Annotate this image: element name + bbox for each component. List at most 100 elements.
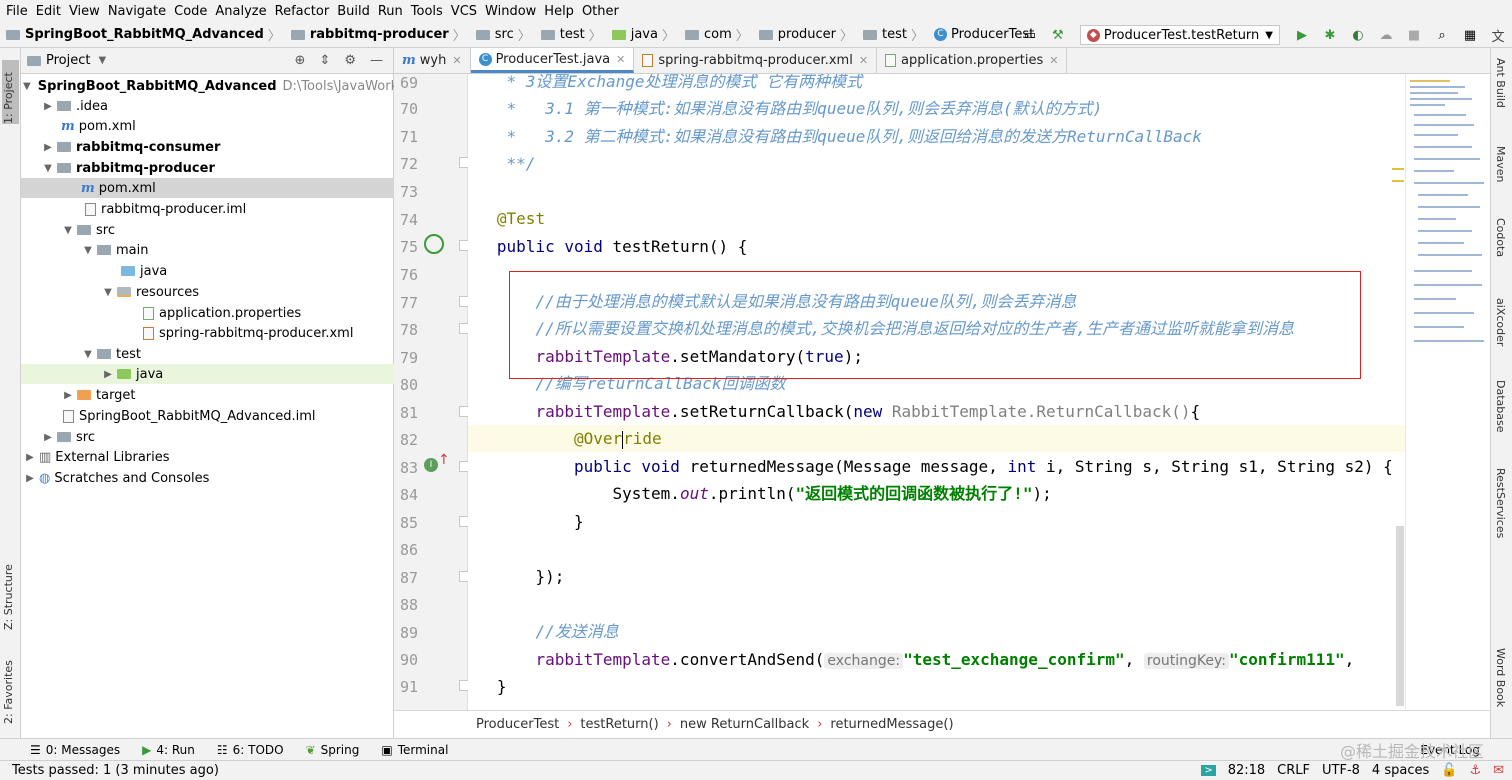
tree-item[interactable]: ▶ src xyxy=(21,427,394,447)
indent-setting[interactable]: 4 spaces xyxy=(1372,763,1429,778)
menu-file[interactable]: File xyxy=(4,4,34,19)
lock-icon[interactable]: 🔓 xyxy=(1441,763,1457,778)
tab-wyh[interactable]: m wyh ✕ xyxy=(394,48,471,73)
tree-item[interactable]: ▶ ◍ Scratches and Consoles xyxy=(21,468,394,488)
tab-maven[interactable]: Maven xyxy=(1494,146,1507,182)
tree-item[interactable]: ▼ test xyxy=(21,344,394,364)
tree-item[interactable]: rabbitmq-producer.iml xyxy=(21,199,394,219)
tool-todo[interactable]: ☷ 6: TODO xyxy=(217,743,284,757)
menu-navigate[interactable]: Navigate xyxy=(106,4,172,19)
tree-item[interactable]: ▼ SpringBoot_RabbitMQ_Advanced D:\Tools\Ja… xyxy=(21,76,423,96)
close-icon[interactable]: ✕ xyxy=(1049,54,1058,67)
tab-aixcoder[interactable]: aiXcoder xyxy=(1494,298,1507,346)
notifications-icon[interactable]: ✉ xyxy=(1493,763,1504,778)
tree-item[interactable]: spring-rabbitmq-producer.xml xyxy=(21,323,394,343)
crumb-com[interactable]: com 〉 xyxy=(684,25,759,44)
tree-item[interactable]: ▶ rabbitmq-consumer xyxy=(21,137,394,157)
tree-item[interactable]: ▶ target xyxy=(21,385,394,405)
tab-database[interactable]: Database xyxy=(1494,380,1507,433)
tree-item[interactable]: java xyxy=(21,261,394,281)
tool-messages[interactable]: ☰ 0: Messages xyxy=(30,743,120,757)
code-minimap[interactable] xyxy=(1392,74,1490,710)
minimize-icon[interactable]: — xyxy=(370,53,383,68)
menu-other[interactable]: Other xyxy=(580,4,625,19)
implements-icon[interactable]: I xyxy=(424,458,438,472)
tree-item[interactable]: ▼ resources xyxy=(21,282,394,302)
locate-icon[interactable]: ⊕ xyxy=(295,53,306,68)
code-line: System.out.println("返回模式的回调函数被执行了!"); xyxy=(612,484,1052,503)
tree-item[interactable]: ▶ ▥ External Libraries xyxy=(21,447,394,467)
crumb-java[interactable]: java 〉 xyxy=(611,25,685,44)
menu-help[interactable]: Help xyxy=(542,4,580,19)
crumb-method[interactable]: testReturn() xyxy=(580,717,658,732)
terminal-status-icon[interactable]: > xyxy=(1201,765,1216,776)
crumb-inner-method[interactable]: returnedMessage() xyxy=(830,717,953,732)
translate-icon[interactable]: 文 xyxy=(1490,27,1506,45)
line-separator[interactable]: CRLF xyxy=(1277,763,1310,778)
tool-spring[interactable]: ❦ Spring xyxy=(306,743,360,757)
tree-item[interactable]: ▼ rabbitmq-producer xyxy=(21,158,394,178)
project-structure-icon[interactable]: ▦ xyxy=(1462,27,1478,43)
crumb-class[interactable]: ProducerTest xyxy=(476,717,559,732)
tree-item[interactable]: ▶ .idea xyxy=(21,96,394,116)
coverage-icon[interactable]: ◐ xyxy=(1350,27,1366,43)
crumb-test-pkg[interactable]: test 〉 xyxy=(863,25,934,44)
menu-edit[interactable]: Edit xyxy=(34,4,67,19)
crumb-anon-class[interactable]: new ReturnCallback xyxy=(680,717,809,732)
tree-item-selected[interactable]: m pom.xml xyxy=(21,178,394,198)
crumb-producer[interactable]: producer 〉 xyxy=(758,25,863,44)
tab-spring-xml[interactable]: spring-rabbitmq-producer.xml ✕ xyxy=(634,48,878,73)
tab-structure[interactable]: Z: Structure xyxy=(2,556,15,630)
tab-producer-test[interactable]: C ProducerTest.java ✕ xyxy=(470,48,635,73)
tree-item[interactable]: application.properties xyxy=(21,303,394,323)
close-icon[interactable]: ✕ xyxy=(616,53,625,66)
search-icon[interactable]: ⌕ xyxy=(1434,27,1450,43)
file-encoding[interactable]: UTF-8 xyxy=(1322,763,1360,778)
menu-code[interactable]: Code xyxy=(172,4,213,19)
tree-item[interactable]: ▶ java xyxy=(21,364,394,384)
tab-rest-services[interactable]: RestServices xyxy=(1494,468,1507,538)
profile-icon[interactable]: ☁ xyxy=(1378,27,1394,43)
crumb-project[interactable]: SpringBoot_RabbitMQ_Advanced 〉 xyxy=(6,25,291,44)
crumb-module[interactable]: rabbitmq-producer 〉 xyxy=(290,25,476,44)
tab-favorites[interactable]: 2: Favorites xyxy=(2,654,15,724)
crumb-src[interactable]: src 〉 xyxy=(475,25,541,44)
run-icon[interactable]: ▶ xyxy=(1294,27,1310,43)
tab-word-book[interactable]: Word Book xyxy=(1494,648,1507,707)
tab-ant-build[interactable]: Ant Build xyxy=(1494,58,1507,108)
tab-project[interactable]: 1: Project xyxy=(2,60,19,124)
hammer-icon[interactable]: ⚒ xyxy=(1050,27,1066,43)
caret-position[interactable]: 82:18 xyxy=(1228,763,1265,778)
crumb-test[interactable]: test 〉 xyxy=(540,25,612,44)
menu-build[interactable]: Build xyxy=(335,4,376,19)
tree-item[interactable]: ▼ src xyxy=(21,220,394,240)
window-icon[interactable]: ▭ xyxy=(1022,27,1038,43)
status-message[interactable]: Tests passed: 1 (3 minutes ago) xyxy=(12,763,219,778)
run-test-icon[interactable] xyxy=(424,234,444,254)
menu-analyze[interactable]: Analyze xyxy=(213,4,272,19)
menu-tools[interactable]: Tools xyxy=(409,4,449,19)
tool-terminal[interactable]: ▣ Terminal xyxy=(381,743,448,757)
close-icon[interactable]: ✕ xyxy=(859,54,868,67)
git-icon[interactable]: ⚓ xyxy=(1469,763,1481,778)
scroll-thumb[interactable] xyxy=(1396,526,1404,706)
tree-item[interactable]: m pom.xml xyxy=(21,116,394,136)
run-config-select[interactable]: ◆ ProducerTest.testReturn ▼ xyxy=(1079,25,1280,45)
menu-run[interactable]: Run xyxy=(376,4,409,19)
menu-view[interactable]: View xyxy=(67,4,106,19)
tree-item[interactable]: SpringBoot_RabbitMQ_Advanced.iml xyxy=(21,406,394,426)
collapse-icon[interactable]: ⇕ xyxy=(319,53,330,68)
stop-icon[interactable]: ■ xyxy=(1406,27,1422,43)
tool-run[interactable]: ▶ 4: Run xyxy=(142,743,195,757)
gear-icon[interactable]: ⚙ xyxy=(344,53,356,68)
menu-window[interactable]: Window xyxy=(483,4,542,19)
menu-vcs[interactable]: VCS xyxy=(449,4,483,19)
close-icon[interactable]: ✕ xyxy=(452,54,461,67)
tab-codota[interactable]: Codota xyxy=(1494,218,1507,257)
debug-icon[interactable]: ✱ xyxy=(1322,27,1338,43)
menu-refactor[interactable]: Refactor xyxy=(273,4,336,19)
chevron-down-icon[interactable]: ▼ xyxy=(98,55,106,66)
tree-item[interactable]: ▼ main xyxy=(21,240,394,260)
code-editor[interactable]: * 3设置Exchange处理消息的模式 它有两种模式 * 3.1 第一种模式:… xyxy=(468,74,1405,710)
tab-application-properties[interactable]: application.properties ✕ xyxy=(877,48,1068,73)
